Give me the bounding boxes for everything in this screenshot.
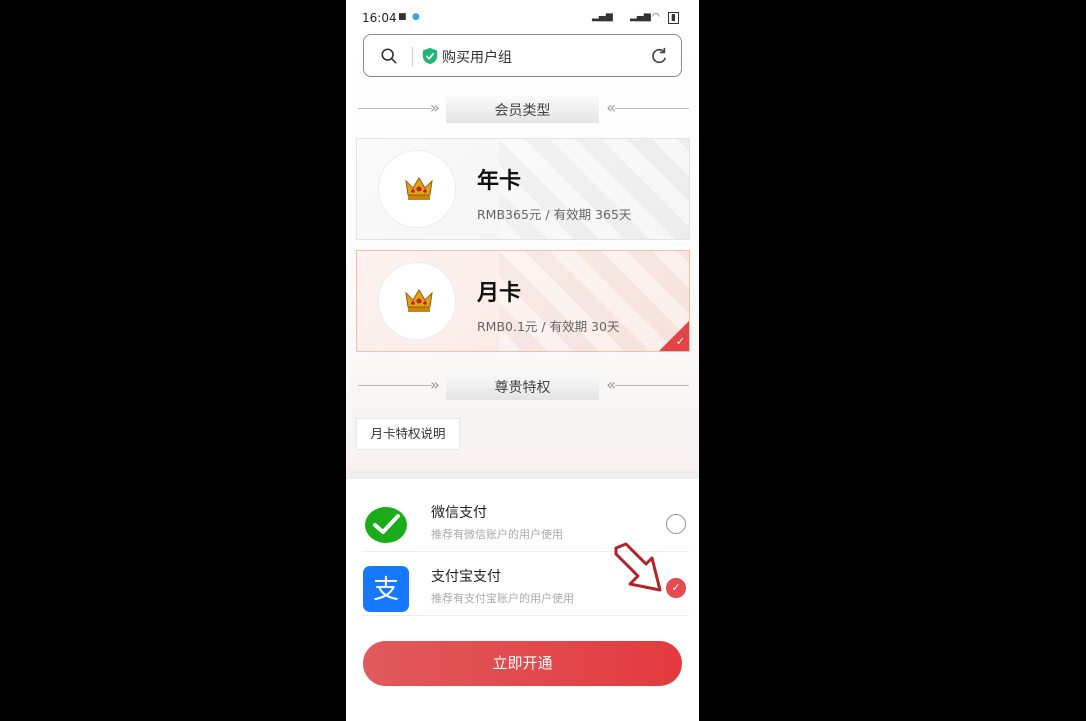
signal-icon: ▂▄▆: [592, 12, 613, 22]
qq-icon: ●: [412, 12, 420, 22]
status-bar: 16:04 ■ ● ▂▄▆ ▂▄▆ ◠ ▮: [346, 0, 699, 34]
search-bar[interactable]: 购买用户组: [363, 34, 682, 77]
wifi-icon: ◠: [652, 12, 660, 22]
privilege-section-header: » « 尊贵特权: [346, 372, 699, 400]
privilege-info-button[interactable]: 月卡特权说明: [356, 418, 460, 450]
plan-card-annual[interactable]: 年卡 RMB365元 / 有效期 365天: [356, 138, 690, 240]
plan-desc: RMB365元 / 有效期 365天: [477, 207, 632, 222]
payment-separator: [363, 615, 689, 616]
plan-name: 月卡: [477, 281, 522, 306]
payment-name: 微信支付: [431, 505, 487, 521]
crown-icon: [405, 289, 433, 312]
battery-icon: ▮: [668, 12, 679, 24]
membership-section-title: 会员类型: [494, 103, 551, 119]
video-icon: ■: [398, 12, 407, 22]
radio-button-checked[interactable]: ✓: [666, 578, 686, 598]
plan-desc: RMB0.1元 / 有效期 30天: [477, 319, 620, 334]
plan-name: 年卡: [477, 169, 522, 194]
phone-screen: 16:04 ■ ● ▂▄▆ ▂▄▆ ◠ ▮ 购买用户组 » « 会员类型 年卡 …: [346, 0, 699, 721]
radio-button[interactable]: [666, 514, 686, 534]
payment-desc: 推荐有支付宝账户的用户使用: [431, 592, 574, 605]
section-divider: [346, 470, 699, 479]
plan-card-monthly[interactable]: 月卡 RMB0.1元 / 有效期 30天 ✓: [356, 250, 690, 352]
alipay-icon: 支: [363, 566, 409, 612]
wechat-pay-icon: [365, 507, 407, 543]
svg-text:支: 支: [373, 575, 399, 605]
payment-name: 支付宝支付: [431, 569, 501, 585]
open-now-button[interactable]: 立即开通: [363, 641, 682, 686]
status-time: 16:04: [362, 11, 397, 25]
payment-desc: 推荐有微信账户的用户使用: [431, 528, 563, 541]
pointer-arrow-icon: [614, 542, 662, 592]
crown-icon: [405, 177, 433, 200]
crown-avatar: [378, 262, 456, 340]
refresh-icon[interactable]: [650, 47, 668, 65]
check-icon: ✓: [675, 335, 685, 348]
search-icon[interactable]: [380, 47, 398, 65]
membership-section-header: » « 会员类型: [346, 95, 699, 123]
crown-avatar: [378, 150, 456, 228]
page-title: 购买用户组: [442, 50, 512, 66]
shield-check-icon: [422, 47, 438, 65]
signal2-icon: ▂▄▆: [630, 12, 651, 22]
privilege-section-title: 尊贵特权: [494, 380, 551, 396]
